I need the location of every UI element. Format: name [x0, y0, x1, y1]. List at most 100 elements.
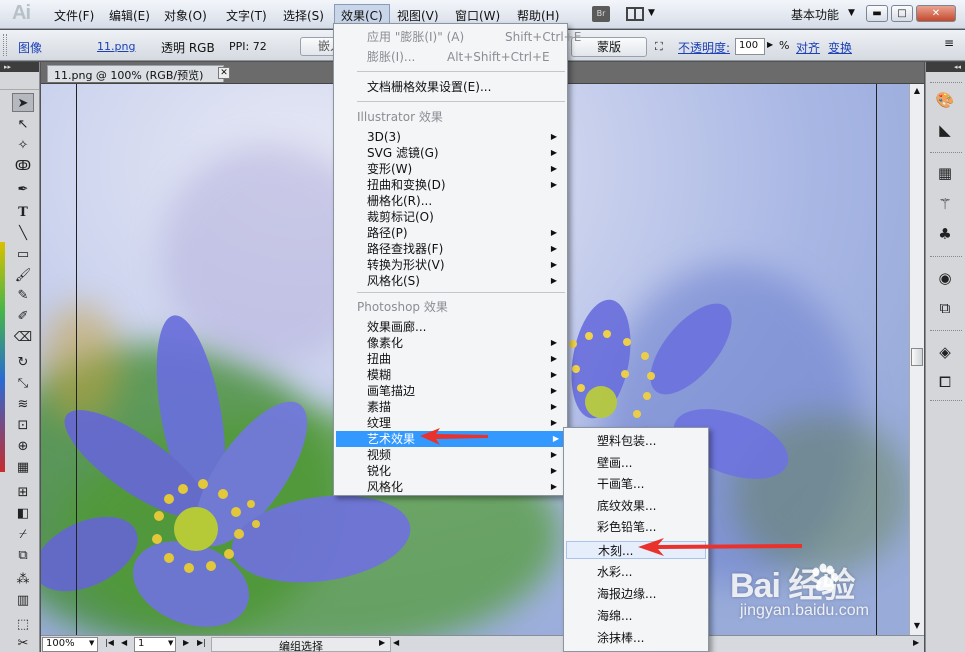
menu-item-sketch[interactable]: 素描 ▶	[367, 399, 565, 415]
artboards-icon[interactable]: ⧠	[934, 372, 956, 392]
menu-item-warp[interactable]: 变形(W) ▶	[367, 161, 565, 177]
object-type-link[interactable]: 图像	[18, 39, 42, 56]
vertical-scrollbar[interactable]: ▲ ▼	[909, 84, 924, 635]
bridge-button[interactable]: Br	[592, 6, 610, 22]
collapse-arrows-icon[interactable]: ◂◂	[926, 62, 965, 72]
menu-item-effect-gallery[interactable]: 效果画廊...	[367, 319, 565, 335]
menu-help[interactable]: 帮助(H)	[511, 5, 565, 25]
submenu-item-watercolor[interactable]: 水彩...	[597, 563, 707, 581]
rectangle-tool-icon[interactable]: ▭	[12, 245, 34, 264]
minimize-button[interactable]: ▬	[866, 5, 888, 22]
submenu-item-plastic-wrap[interactable]: 塑料包装...	[597, 432, 707, 450]
perspective-grid-tool-icon[interactable]: ▦	[12, 458, 34, 477]
appearance-icon[interactable]: ◉	[934, 268, 956, 288]
symbol-sprayer-tool-icon[interactable]: ⁂	[12, 570, 34, 589]
shape-builder-tool-icon[interactable]: ⊕	[12, 437, 34, 456]
menu-item-raster-settings[interactable]: 文档栅格效果设置(E)...	[367, 79, 565, 95]
column-graph-tool-icon[interactable]: ▥	[12, 591, 34, 610]
line-tool-icon[interactable]: ╲	[12, 224, 34, 243]
menu-item-convert-to-shape[interactable]: 转换为形状(V) ▶	[367, 257, 565, 273]
submenu-item-underpainting[interactable]: 底纹效果...	[597, 497, 707, 515]
chevron-down-icon[interactable]: ▼	[648, 8, 655, 18]
pen-tool-icon[interactable]: ✒	[12, 180, 34, 199]
chevron-right-icon[interactable]: ▶	[379, 638, 385, 647]
menu-item-pathfinder[interactable]: 路径查找器(F) ▶	[367, 241, 565, 257]
color-guide-icon[interactable]: ◣	[934, 120, 956, 140]
blend-tool-icon[interactable]: ⧉	[12, 546, 34, 565]
first-artboard-icon[interactable]: |◀	[105, 638, 114, 647]
chevron-down-icon[interactable]: ▼	[848, 8, 855, 18]
symbols-icon[interactable]: ♣	[934, 224, 956, 244]
workspace-switcher[interactable]: 基本功能	[791, 6, 839, 23]
slice-tool-icon[interactable]: ✂	[12, 634, 34, 652]
magic-wand-tool-icon[interactable]: ✧	[12, 136, 34, 155]
wrap-icon[interactable]: ⛶	[655, 40, 663, 54]
close-button[interactable]: ✕	[916, 5, 956, 22]
linked-file-link[interactable]: 11.png	[97, 40, 135, 53]
color-palette-icon[interactable]: 🎨	[934, 90, 956, 110]
chevron-down-icon[interactable]: ▼	[89, 639, 94, 647]
close-tab-icon[interactable]: ✕	[218, 67, 230, 79]
menu-file[interactable]: 文件(F)	[48, 5, 100, 25]
mesh-tool-icon[interactable]: ⊞	[12, 483, 34, 502]
menu-object[interactable]: 对象(O)	[158, 5, 213, 25]
grip-handle[interactable]	[0, 72, 39, 90]
arrange-documents-icon[interactable]	[626, 7, 644, 21]
submenu-item-colored-pencil[interactable]: 彩色铅笔...	[597, 518, 707, 536]
document-tab[interactable]: 11.png @ 100% (RGB/预览)	[47, 65, 225, 82]
scroll-up-icon[interactable]: ▲	[910, 84, 924, 98]
graphic-styles-icon[interactable]: ⧉	[934, 298, 956, 318]
menu-item-path[interactable]: 路径(P) ▶	[367, 225, 565, 241]
menu-item-rasterize[interactable]: 栅格化(R)...	[367, 193, 565, 209]
free-transform-tool-icon[interactable]: ⊡	[12, 416, 34, 435]
menu-item-crop-marks[interactable]: 裁剪标记(O)	[367, 209, 565, 225]
swatches-icon[interactable]: ▦	[934, 163, 956, 183]
direct-selection-tool-icon[interactable]: ↖	[12, 115, 34, 134]
submenu-item-fresco[interactable]: 壁画...	[597, 454, 707, 472]
menu-item-brush-strokes[interactable]: 画笔描边 ▶	[367, 383, 565, 399]
align-link[interactable]: 对齐	[796, 39, 820, 56]
opacity-input[interactable]: 100	[735, 38, 765, 55]
status-readout[interactable]: 编组选择	[211, 637, 391, 652]
menu-item-pixelate[interactable]: 像素化 ▶	[367, 335, 565, 351]
submenu-item-dry-brush[interactable]: 干画笔...	[597, 475, 707, 493]
eraser-tool-icon[interactable]: ⌫	[12, 328, 34, 347]
menu-edit[interactable]: 编辑(E)	[103, 5, 156, 25]
submenu-item-smudge-stick[interactable]: 涂抹棒...	[597, 629, 707, 647]
selection-tool-icon[interactable]: ➤	[12, 93, 34, 112]
artboard-tool-icon[interactable]: ⬚	[12, 615, 34, 634]
chevron-down-icon[interactable]: ▼	[168, 639, 173, 647]
next-artboard-icon[interactable]: ▶	[183, 638, 189, 647]
menu-item-video[interactable]: 视频 ▶	[367, 447, 565, 463]
layers-icon[interactable]: ◈	[934, 342, 956, 362]
rotate-tool-icon[interactable]: ↻	[12, 353, 34, 372]
menu-type[interactable]: 文字(T)	[220, 5, 273, 25]
pencil-tool-icon[interactable]: ✎	[12, 286, 34, 305]
scroll-left-icon[interactable]: ◀	[393, 638, 399, 647]
collapse-arrows-icon[interactable]: ▸▸	[0, 62, 39, 72]
submenu-item-sponge[interactable]: 海绵...	[597, 607, 707, 625]
menu-item-distort[interactable]: 扭曲 ▶	[367, 351, 565, 367]
menu-item-last-effect[interactable]: 膨胀(I)... Alt+Shift+Ctrl+E	[367, 49, 565, 65]
type-tool-icon[interactable]: T	[12, 203, 34, 222]
lasso-tool-icon[interactable]: ↂ	[12, 157, 34, 176]
panel-menu-icon[interactable]: ≡	[944, 36, 954, 50]
gradient-tool-icon[interactable]: ◧	[12, 504, 34, 523]
transform-link[interactable]: 变换	[828, 39, 852, 56]
menu-item-stylize-ai[interactable]: 风格化(S) ▶	[367, 273, 565, 289]
warp-tool-icon[interactable]: ≋	[12, 395, 34, 414]
paintbrush-tool-icon[interactable]: 🖌	[12, 266, 34, 285]
menu-view[interactable]: 视图(V)	[391, 5, 445, 25]
menu-item-distort-transform[interactable]: 扭曲和变换(D) ▶	[367, 177, 565, 193]
blob-brush-tool-icon[interactable]: ✐	[12, 307, 34, 326]
scale-tool-icon[interactable]: ⤡	[12, 374, 34, 393]
menu-item-stylize-ps[interactable]: 风格化 ▶	[367, 479, 565, 495]
menu-item-blur[interactable]: 模糊 ▶	[367, 367, 565, 383]
menu-item-sharpen[interactable]: 锐化 ▶	[367, 463, 565, 479]
submenu-item-poster-edges[interactable]: 海报边缘...	[597, 585, 707, 603]
scroll-right-icon[interactable]: ▶	[913, 638, 919, 647]
eyedropper-tool-icon[interactable]: ⌿	[12, 525, 34, 544]
last-artboard-icon[interactable]: ▶|	[197, 638, 206, 647]
mask-button[interactable]: 蒙版	[571, 37, 647, 57]
menu-effect[interactable]: 效果(C)	[334, 4, 390, 24]
